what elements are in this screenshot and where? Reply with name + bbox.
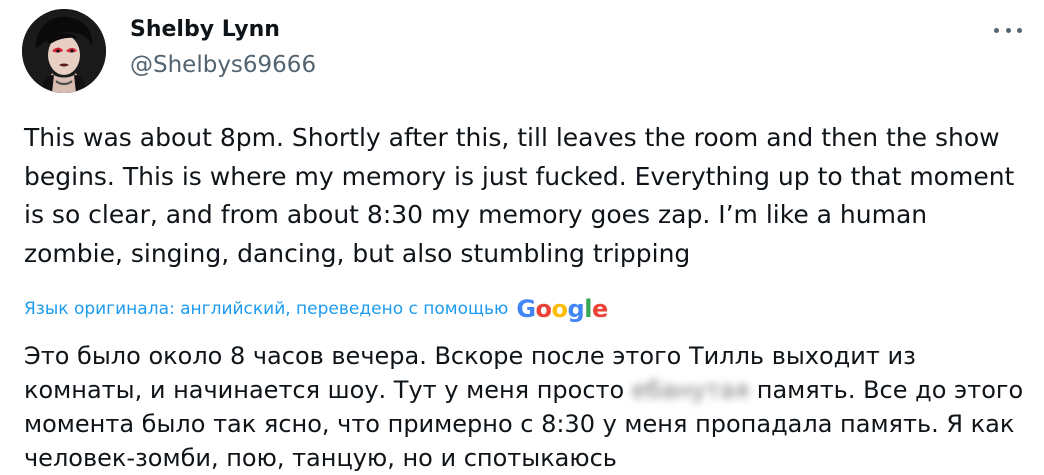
translation-label-link[interactable]: Язык оригинала: английский, переведено с… xyxy=(24,299,508,319)
blurred-word: ебанутая xyxy=(631,376,750,404)
author-display-name[interactable]: Shelby Lynn xyxy=(130,17,280,42)
google-logo: Google xyxy=(516,295,608,323)
more-horizontal-icon xyxy=(1005,27,1011,33)
translated-tweet-text: Это было около 8 часов вечера. Вскоре по… xyxy=(24,339,1024,475)
translation-attribution: Язык оригинала: английский, переведено с… xyxy=(24,294,1024,324)
profile-photo-icon xyxy=(22,9,106,93)
tweet-text: This was about 8pm. Shortly after this, … xyxy=(24,123,1015,268)
more-options-button[interactable] xyxy=(992,18,1024,42)
more-horizontal-icon xyxy=(1017,27,1022,33)
more-horizontal-icon xyxy=(994,27,999,33)
avatar[interactable] xyxy=(22,9,106,93)
author-handle[interactable]: @Shelbys69666 xyxy=(130,52,316,78)
